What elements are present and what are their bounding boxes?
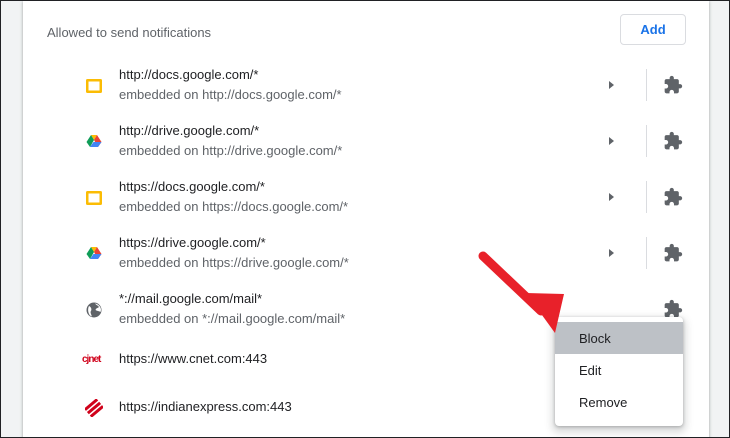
globe-icon <box>86 302 102 318</box>
extension-puzzle-icon[interactable] <box>663 243 683 263</box>
site-row[interactable]: http://drive.google.com/* embedded on ht… <box>23 115 709 171</box>
google-drive-icon <box>86 135 102 147</box>
row-divider <box>646 69 647 101</box>
expand-arrow-icon[interactable] <box>607 136 615 146</box>
row-divider <box>646 181 647 213</box>
site-url: *://mail.google.com/mail* <box>119 291 263 306</box>
google-docs-icon <box>86 191 102 205</box>
site-embedded-text: embedded on *://mail.google.com/mail* <box>119 311 346 326</box>
extension-puzzle-icon[interactable] <box>663 299 683 319</box>
site-embedded-text: embedded on http://docs.google.com/* <box>119 87 342 102</box>
menu-item-remove[interactable]: Remove <box>555 386 683 418</box>
site-row[interactable]: https://drive.google.com/* embedded on h… <box>23 227 709 283</box>
site-embedded-text: embedded on https://docs.google.com/* <box>119 199 349 214</box>
annotation-arrow <box>478 251 564 333</box>
google-drive-icon <box>86 247 102 259</box>
google-docs-icon <box>86 79 102 93</box>
site-embedded-text: embedded on http://drive.google.com/* <box>119 143 343 158</box>
site-url: https://www.cnet.com:443 <box>119 351 268 366</box>
expand-arrow-icon[interactable] <box>607 248 615 258</box>
site-url: http://drive.google.com/* <box>119 123 260 138</box>
site-url: https://drive.google.com/* <box>119 235 266 250</box>
row-divider <box>646 237 647 269</box>
row-divider <box>646 125 647 157</box>
cnet-icon: cjnet <box>82 354 101 365</box>
extension-puzzle-icon[interactable] <box>663 75 683 95</box>
site-embedded-text: embedded on https://drive.google.com/* <box>119 255 349 270</box>
indianexpress-icon <box>85 399 103 417</box>
site-row[interactable]: https://docs.google.com/* embedded on ht… <box>23 171 709 227</box>
section-label: Allowed to send notifications <box>47 25 212 40</box>
screenshot-frame: Allowed to send notifications Add http:/… <box>0 0 730 438</box>
extension-puzzle-icon[interactable] <box>663 187 683 207</box>
expand-arrow-icon[interactable] <box>607 192 615 202</box>
add-button[interactable]: Add <box>620 14 686 45</box>
site-url: https://indianexpress.com:443 <box>119 399 292 414</box>
site-url: http://docs.google.com/* <box>119 67 259 82</box>
expand-arrow-icon[interactable] <box>607 80 615 90</box>
site-row[interactable]: http://docs.google.com/* embedded on htt… <box>23 59 709 115</box>
menu-item-edit[interactable]: Edit <box>555 354 683 386</box>
extension-puzzle-icon[interactable] <box>663 131 683 151</box>
site-url: https://docs.google.com/* <box>119 179 265 194</box>
